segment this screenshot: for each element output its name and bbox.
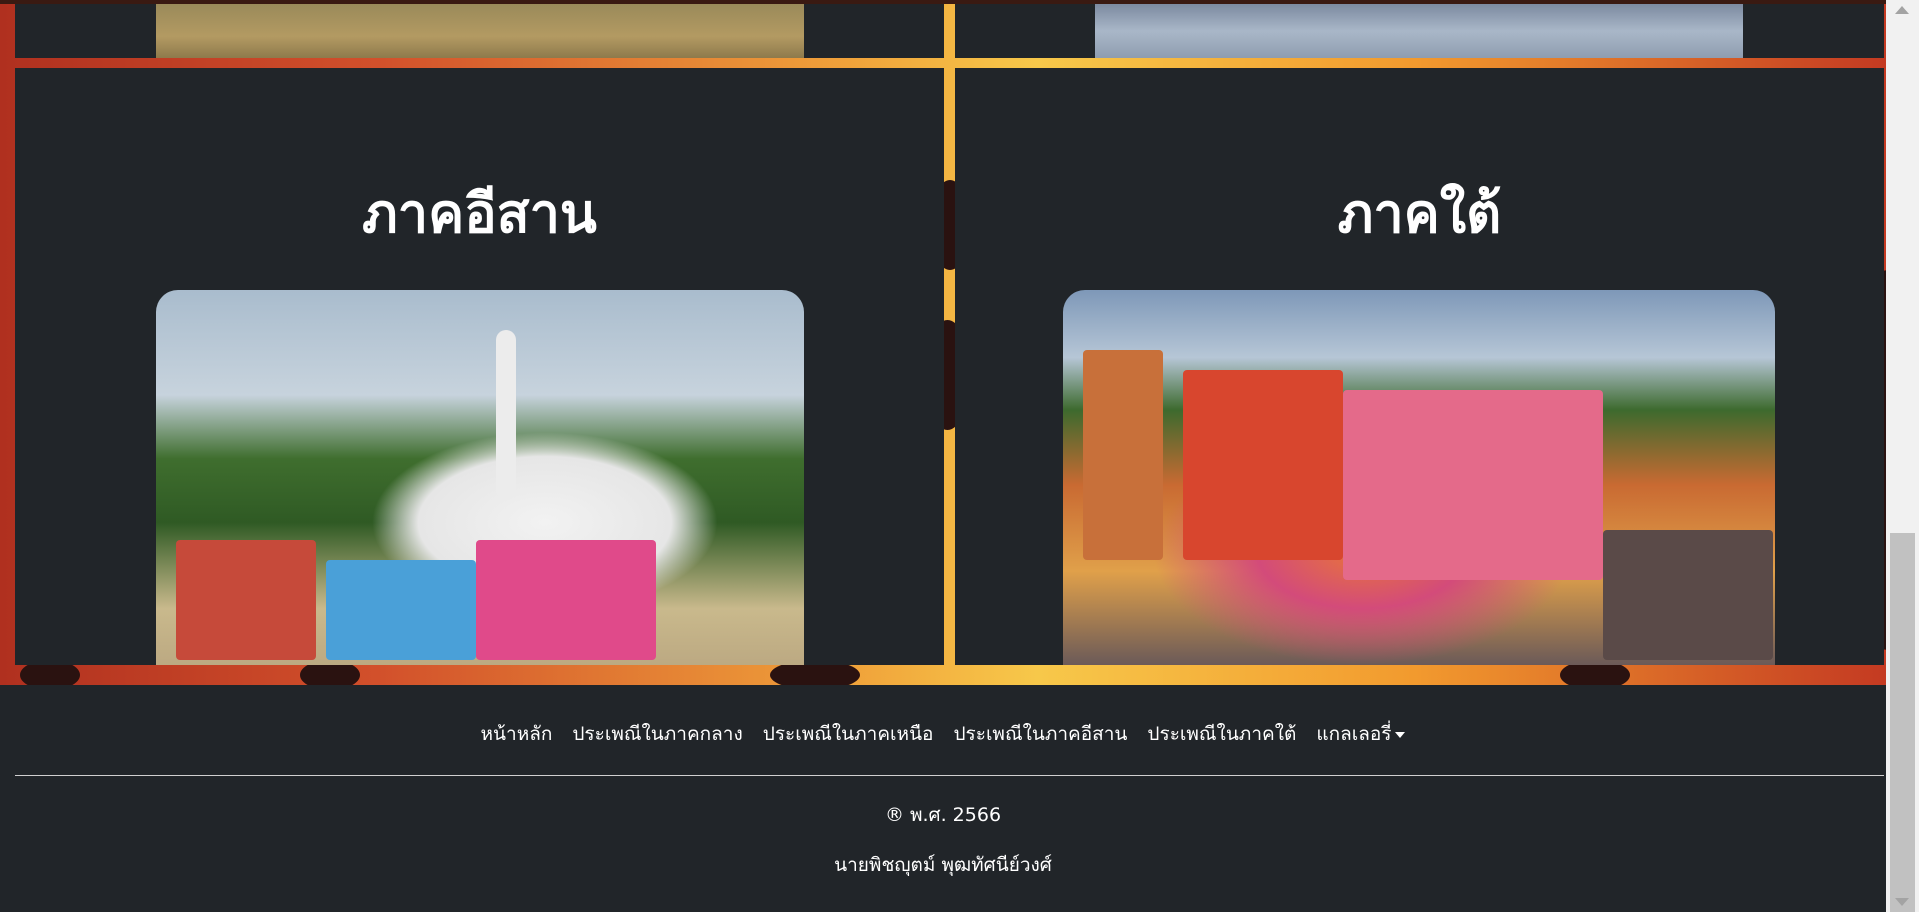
footer-nav: หน้าหลัก ประเพณีในภาคกลาง ประเพณีในภาคเห… (0, 719, 1886, 749)
photo-detail (1083, 350, 1163, 560)
nav-home[interactable]: หน้าหลัก (481, 719, 553, 749)
previous-photo-left (156, 4, 804, 58)
caret-down-icon (1395, 731, 1406, 738)
photo-detail (1603, 530, 1773, 660)
nav-south[interactable]: ประเพณีในภาคใต้ (1147, 719, 1296, 749)
copyright: ® พ.ศ. 2566 (884, 804, 1002, 826)
author-name: นายพิชญุตม์ พุฒทัศนีย์วงศ์ (834, 854, 1052, 876)
scrollbar-thumb[interactable] (1890, 533, 1915, 912)
northeast-festival-photo (156, 290, 804, 665)
nav-central[interactable]: ประเพณีในภาคกลาง (572, 719, 742, 749)
photo-detail (176, 540, 316, 660)
photo-detail (1183, 370, 1343, 560)
previous-photo-right (1095, 4, 1743, 58)
photo-detail (476, 540, 656, 660)
nav-gallery-dropdown[interactable]: แกลเลอรี่ (1316, 719, 1406, 749)
scroll-up-arrow-icon[interactable] (1895, 6, 1909, 14)
south-festival-photo (1063, 290, 1775, 665)
photo-detail (326, 560, 476, 660)
photo-detail (1343, 390, 1603, 580)
south-title: ภาคใต้ (1337, 182, 1502, 245)
scroll-down-arrow-icon[interactable] (1895, 898, 1909, 906)
photo-detail (496, 330, 516, 500)
nav-north[interactable]: ประเพณีในภาคเหนือ (763, 719, 934, 749)
nav-gallery-label: แกลเลอรี่ (1316, 723, 1392, 745)
footer-divider (15, 775, 1884, 776)
northeast-title: ภาคอีสาน (362, 182, 597, 245)
nav-northeast[interactable]: ประเพณีในภาคอีสาน (953, 719, 1127, 749)
